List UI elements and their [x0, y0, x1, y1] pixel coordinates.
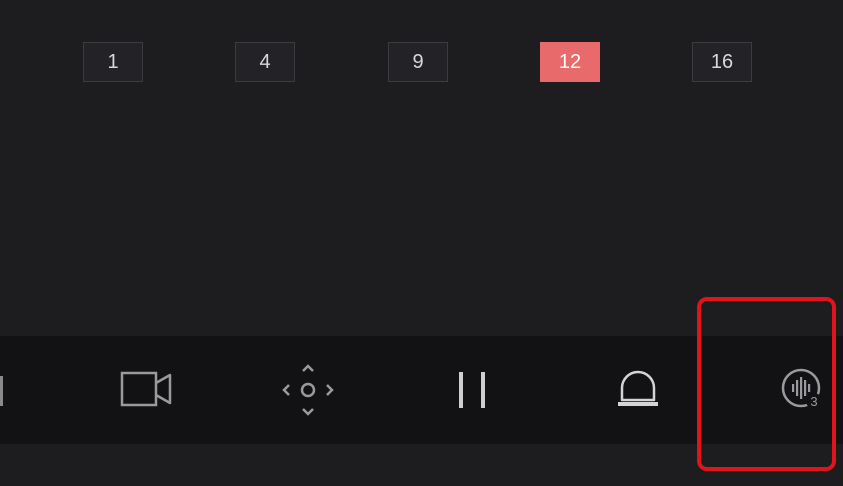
layout-4-button[interactable]: 4 — [235, 42, 295, 82]
record-button[interactable] — [103, 336, 193, 444]
alarm-button[interactable] — [593, 336, 683, 444]
ptz-button[interactable] — [263, 336, 353, 444]
live-view-screen: 1 4 9 12 16 3 — [0, 0, 843, 486]
pause-icon — [453, 368, 493, 412]
bottom-margin — [0, 444, 843, 486]
two-way-audio-icon: 3 — [777, 365, 827, 415]
two-way-audio-button[interactable]: 3 — [757, 336, 843, 444]
layout-16-button[interactable]: 16 — [692, 42, 752, 82]
pause-button[interactable] — [428, 336, 518, 444]
layout-9-button[interactable]: 9 — [388, 42, 448, 82]
record-icon — [120, 370, 176, 410]
layout-1-button[interactable]: 1 — [83, 42, 143, 82]
audio-channel-badge: 3 — [810, 394, 817, 409]
alarm-icon — [613, 368, 663, 412]
layout-12-button[interactable]: 12 — [540, 42, 600, 82]
toolbar-edge — [0, 336, 8, 444]
ptz-control-icon — [280, 360, 336, 420]
layout-selector: 1 4 9 12 16 — [0, 42, 843, 86]
bottom-toolbar: 3 — [0, 336, 843, 444]
